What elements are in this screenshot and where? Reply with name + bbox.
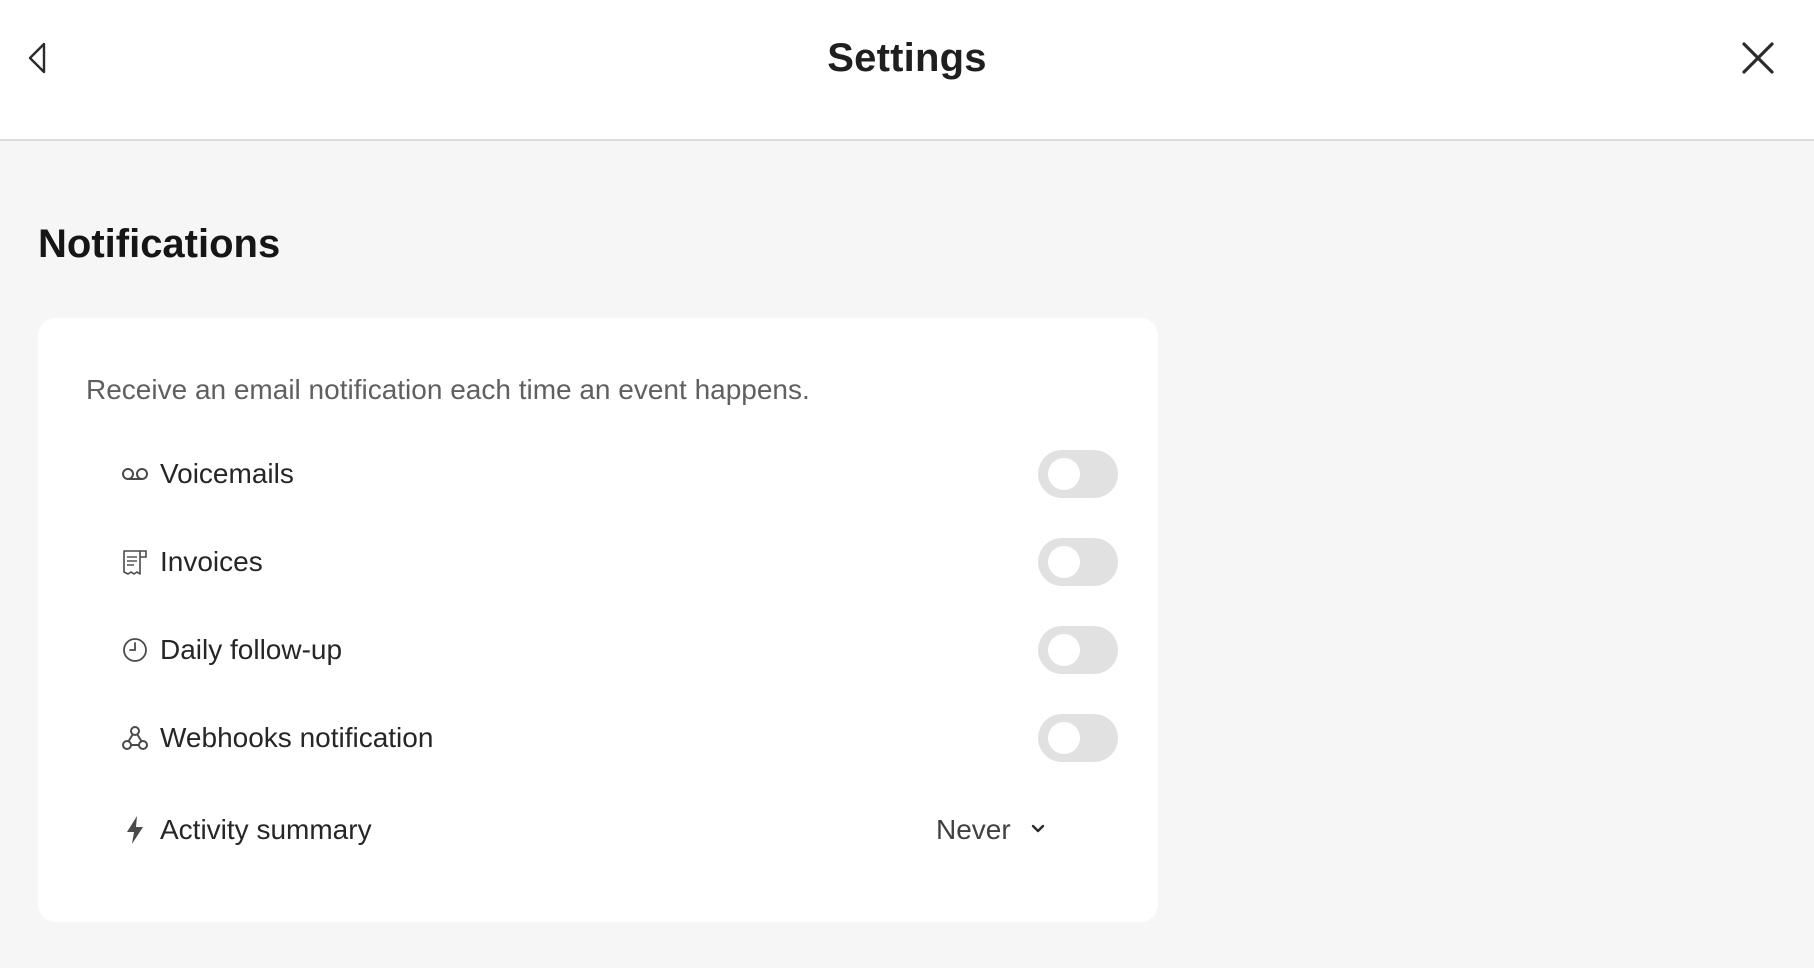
voicemails-toggle[interactable] [1038,450,1118,498]
close-button[interactable] [1738,40,1778,80]
card-description: Receive an email notification each time … [86,374,810,405]
notification-row-invoices: Invoices [120,532,1118,592]
invoices-label: Invoices [160,546,263,577]
toggle-knob [1048,546,1080,578]
close-icon [1741,41,1775,80]
chevron-down-icon [1031,821,1045,839]
webhooks-toggle[interactable] [1038,714,1118,762]
toggle-knob [1048,722,1080,754]
page-title: Settings [827,36,987,80]
invoice-icon [120,547,150,577]
header-bar: Settings [0,0,1814,141]
daily-follow-up-label: Daily follow-up [160,634,343,665]
notification-row-webhooks: Webhooks notification [120,708,1118,768]
webhooks-label: Webhooks notification [160,722,434,753]
notification-row-voicemails: Voicemails [120,444,1118,504]
notification-row-daily-follow-up: Daily follow-up [120,620,1118,680]
voicemails-label: Voicemails [160,458,294,489]
voicemail-icon [120,459,150,489]
invoices-toggle[interactable] [1038,538,1118,586]
activity-summary-select[interactable]: Never [936,810,1045,850]
section-title: Notifications [38,222,281,266]
daily-follow-up-toggle[interactable] [1038,626,1118,674]
toggle-knob [1048,458,1080,490]
notification-row-activity-summary: Activity summary Never [120,800,1118,860]
webhook-icon [120,723,150,753]
notifications-card: Receive an email notification each time … [38,318,1158,922]
lightning-icon [120,815,150,845]
activity-summary-label: Activity summary [160,814,372,845]
clock-icon [120,635,150,665]
activity-summary-value: Never [936,814,1011,845]
toggle-knob [1048,634,1080,666]
